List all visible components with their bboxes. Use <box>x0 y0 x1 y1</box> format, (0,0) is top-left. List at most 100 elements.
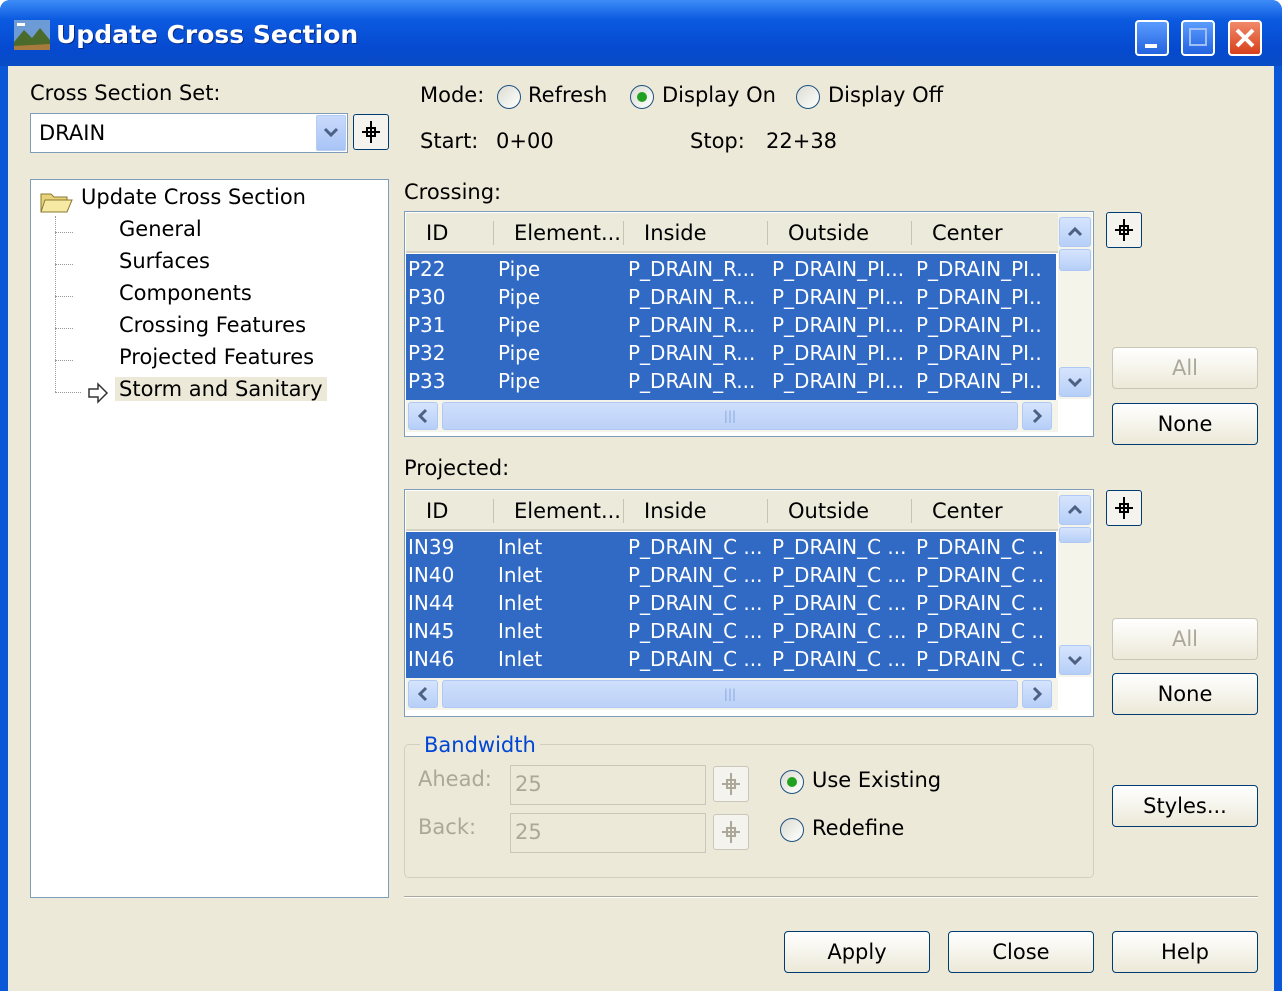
redefine-radio[interactable] <box>780 818 804 842</box>
column-header-inside[interactable]: Inside <box>644 221 707 245</box>
crossing-horizontal-scrollbar[interactable]: ||| <box>406 400 1058 432</box>
scroll-right-button[interactable] <box>1022 402 1052 430</box>
cell-inside: P_DRAIN_C ... <box>628 591 763 615</box>
projected-horizontal-scrollbar[interactable]: ||| <box>406 678 1058 710</box>
table-row[interactable]: IN45 Inlet P_DRAIN_C ... P_DRAIN_C ... P… <box>406 618 1056 646</box>
crossing-none-button[interactable]: None <box>1112 403 1258 445</box>
chevron-right-icon <box>1032 686 1043 702</box>
column-header-center[interactable]: Center <box>932 221 1003 245</box>
column-header-inside[interactable]: Inside <box>644 499 707 523</box>
scroll-down-button[interactable] <box>1059 645 1091 675</box>
chevron-left-icon <box>417 686 428 702</box>
cell-id: P30 <box>408 285 446 309</box>
help-button[interactable]: Help <box>1112 931 1258 973</box>
crossing-vertical-scrollbar[interactable] <box>1058 213 1092 399</box>
ahead-pick-button[interactable] <box>713 766 749 802</box>
radio-selected-dot <box>787 777 797 787</box>
cell-inside: P_DRAIN_C ... <box>628 563 763 587</box>
tree-item-projected-features[interactable]: Projected Features <box>119 345 314 369</box>
scroll-thumb[interactable] <box>1059 249 1091 271</box>
redefine-label[interactable]: Redefine <box>812 816 904 840</box>
projected-list[interactable]: ID Element... Inside Outside Center IN39… <box>404 489 1094 717</box>
dropdown-arrow-button[interactable] <box>316 115 346 151</box>
use-existing-label[interactable]: Use Existing <box>812 768 941 792</box>
column-header-outside[interactable]: Outside <box>788 221 869 245</box>
cross-section-set-dropdown[interactable]: DRAIN <box>30 113 348 153</box>
tree-item-general[interactable]: General <box>119 217 202 241</box>
table-row[interactable]: P32 Pipe P_DRAIN_R... P_DRAIN_PI... P_DR… <box>406 340 1056 368</box>
scroll-down-button[interactable] <box>1059 367 1091 397</box>
scroll-right-button[interactable] <box>1022 680 1052 708</box>
projected-vertical-scrollbar[interactable] <box>1058 491 1092 677</box>
table-row[interactable]: P31 Pipe P_DRAIN_R... P_DRAIN_PI... P_DR… <box>406 312 1056 340</box>
app-icon <box>14 20 50 50</box>
close-button[interactable]: Close <box>948 931 1094 973</box>
mode-refresh-label[interactable]: Refresh <box>528 83 607 107</box>
crossing-list[interactable]: ID Element... Inside Outside Center P22 … <box>404 211 1094 437</box>
projected-all-button[interactable]: All <box>1112 618 1258 660</box>
cell-inside: P_DRAIN_R... <box>628 341 756 365</box>
back-pick-button[interactable] <box>713 814 749 850</box>
cell-center: P_DRAIN_PI.. <box>916 369 1042 393</box>
tree-item-surfaces[interactable]: Surfaces <box>119 249 210 273</box>
tree-root-update-cross-section[interactable]: Update Cross Section <box>81 185 306 209</box>
scroll-left-button[interactable] <box>408 402 438 430</box>
mode-display-off-radio[interactable] <box>796 85 820 109</box>
mode-refresh-radio[interactable] <box>497 85 521 109</box>
title-bar[interactable]: Update Cross Section <box>0 0 1282 66</box>
stop-label: Stop: <box>690 129 745 153</box>
table-row[interactable]: IN46 Inlet P_DRAIN_C ... P_DRAIN_C ... P… <box>406 646 1056 674</box>
column-header-outside[interactable]: Outside <box>788 499 869 523</box>
close-window-button[interactable] <box>1228 20 1262 56</box>
scroll-thumb[interactable] <box>1059 527 1091 543</box>
horizontal-scroll-thumb[interactable]: ||| <box>442 680 1018 708</box>
cell-inside: P_DRAIN_R... <box>628 285 756 309</box>
mode-display-on-radio[interactable] <box>630 85 654 109</box>
tree-connector <box>55 328 73 329</box>
scroll-left-button[interactable] <box>408 680 438 708</box>
table-row[interactable]: P22 Pipe P_DRAIN_R... P_DRAIN_PI... P_DR… <box>406 256 1056 284</box>
column-header-center[interactable]: Center <box>932 499 1003 523</box>
cell-element: Pipe <box>498 369 541 393</box>
table-row[interactable]: IN44 Inlet P_DRAIN_C ... P_DRAIN_C ... P… <box>406 590 1056 618</box>
use-existing-radio[interactable] <box>780 770 804 794</box>
radio-selected-dot <box>637 92 647 102</box>
tree-item-storm-and-sanitary[interactable]: Storm and Sanitary <box>115 377 327 401</box>
projected-pick-button[interactable] <box>1106 490 1142 526</box>
projected-none-button[interactable]: None <box>1112 673 1258 715</box>
dialog-window: Update Cross Section Cross Section Set: … <box>0 0 1282 991</box>
tree-item-crossing-features[interactable]: Crossing Features <box>119 313 306 337</box>
crossing-label: Crossing: <box>404 180 502 204</box>
cell-element: Inlet <box>498 563 543 587</box>
navigation-tree[interactable]: Update Cross Section General Surfaces Co… <box>30 179 389 898</box>
horizontal-scroll-thumb[interactable]: ||| <box>442 402 1018 430</box>
minimize-button[interactable] <box>1135 20 1169 56</box>
cell-element: Inlet <box>498 535 543 559</box>
table-row[interactable]: IN39 Inlet P_DRAIN_C ... P_DRAIN_C ... P… <box>406 534 1056 562</box>
styles-button[interactable]: Styles... <box>1112 785 1258 827</box>
scroll-up-button[interactable] <box>1059 217 1091 247</box>
cell-outside: P_DRAIN_PI... <box>772 341 905 365</box>
scroll-up-button[interactable] <box>1059 495 1091 525</box>
crossing-pick-button[interactable] <box>1106 212 1142 248</box>
maximize-button[interactable] <box>1181 20 1215 56</box>
mode-display-off-label[interactable]: Display Off <box>828 83 943 107</box>
column-header-element[interactable]: Element... <box>514 221 621 245</box>
column-header-id[interactable]: ID <box>426 499 448 523</box>
crossing-all-button[interactable]: All <box>1112 347 1258 389</box>
tree-item-components[interactable]: Components <box>119 281 252 305</box>
cell-outside: P_DRAIN_C ... <box>772 647 907 671</box>
table-row[interactable]: P33 Pipe P_DRAIN_R... P_DRAIN_PI... P_DR… <box>406 368 1056 396</box>
apply-button[interactable]: Apply <box>784 931 930 973</box>
set-pick-button[interactable] <box>353 114 389 150</box>
crosshair-icon <box>722 821 740 843</box>
column-divider <box>767 221 768 245</box>
table-row[interactable]: IN40 Inlet P_DRAIN_C ... P_DRAIN_C ... P… <box>406 562 1056 590</box>
tree-connector <box>55 232 73 233</box>
column-header-element[interactable]: Element... <box>514 499 621 523</box>
back-input[interactable]: 25 <box>510 813 706 853</box>
table-row[interactable]: P30 Pipe P_DRAIN_R... P_DRAIN_PI... P_DR… <box>406 284 1056 312</box>
column-header-id[interactable]: ID <box>426 221 448 245</box>
ahead-input[interactable]: 25 <box>510 765 706 805</box>
mode-display-on-label[interactable]: Display On <box>662 83 776 107</box>
